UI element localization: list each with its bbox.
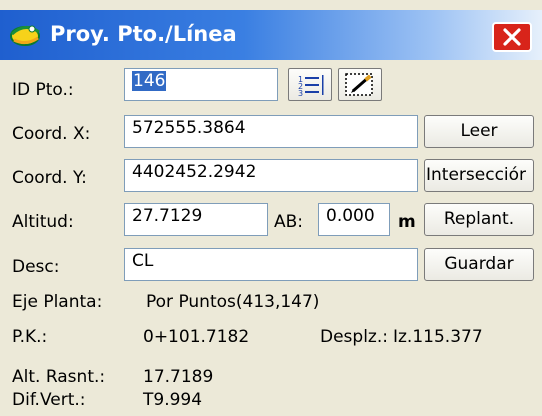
replant-button[interactable]: Replant. (424, 203, 534, 236)
dif-vert-label: Dif.Vert.: (12, 390, 86, 410)
title-bar[interactable]: Proy. Pto./Línea (0, 10, 542, 60)
id-label: ID Pto.: (12, 80, 74, 100)
guardar-button[interactable]: Guardar (424, 248, 534, 281)
numbered-list-icon: 1 2 3 (298, 75, 324, 98)
eje-planta-value: Por Puntos(413,147) (146, 292, 320, 312)
desc-label: Desc: (12, 257, 60, 277)
id-value: 146 (132, 71, 167, 91)
desc-field[interactable]: CL (124, 248, 418, 281)
coord-x-label: Coord. X: (12, 124, 91, 144)
eje-planta-label: Eje Planta: (12, 292, 103, 312)
pk-value: 0+101.7182 (143, 327, 250, 347)
alt-rasnt-label: Alt. Rasnt.: (12, 367, 106, 387)
id-field[interactable]: 146 (124, 68, 278, 101)
coord-x-field[interactable]: 572555.3864 (124, 115, 418, 148)
altitud-label: Altitud: (12, 212, 74, 232)
dif-vert-value: T9.994 (143, 390, 203, 410)
pk-label: P.K.: (12, 327, 48, 347)
interseccion-button[interactable]: Intersecciór (424, 159, 534, 192)
map-pick-button[interactable] (338, 68, 382, 101)
close-icon (503, 28, 521, 46)
svg-text:3: 3 (298, 89, 303, 98)
window-title: Proy. Pto./Línea (50, 22, 237, 46)
altitud-field[interactable]: 27.7129 (124, 203, 268, 236)
alt-rasnt-value: 17.7189 (143, 367, 214, 387)
close-button[interactable] (492, 22, 532, 52)
point-list-button[interactable]: 1 2 3 (288, 68, 332, 101)
coord-y-field[interactable]: 4402452.2942 (124, 159, 418, 192)
ab-field[interactable]: 0.000 (318, 203, 390, 236)
coord-y-label: Coord. Y: (12, 168, 87, 188)
desplz-value: Iz.115.377 (393, 327, 483, 347)
map-pick-icon (345, 73, 373, 96)
ab-label: AB: (274, 212, 304, 232)
survey-app-icon (8, 20, 44, 50)
dialog-window: Proy. Pto./Línea ID Pto.: 146 1 2 3 Coor… (0, 0, 542, 416)
desplz-label: Desplz.: (320, 327, 388, 347)
ab-unit: m (398, 212, 416, 232)
leer-button[interactable]: Leer (424, 115, 534, 148)
